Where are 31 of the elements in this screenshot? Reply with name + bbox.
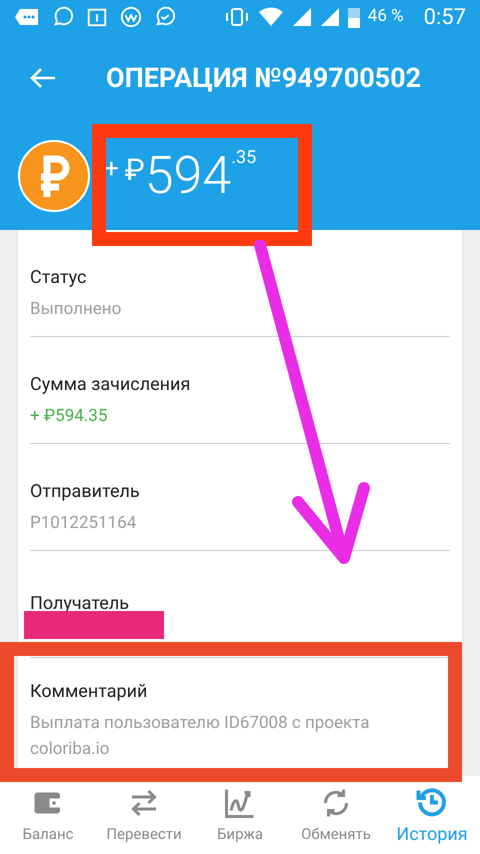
detail-value: + ₽594.35 (30, 404, 108, 428)
signal-icon (292, 7, 312, 27)
detail-label: Получатель (30, 592, 130, 616)
battery-icon (348, 6, 360, 28)
nav-tab[interactable]: Биржа (192, 776, 288, 854)
detail-label: Сумма зачисления (30, 372, 192, 397)
signal-icon (320, 7, 340, 27)
detail-value: P1012251164 (30, 512, 138, 535)
detail-value: Выполнено (30, 298, 122, 321)
battery-percent: 46 % (368, 5, 404, 28)
nav-tab[interactable]: Баланс (0, 776, 96, 854)
wifi-icon (258, 7, 284, 27)
detail-label: Статус (30, 266, 88, 290)
detail-label: Комментарий (30, 680, 148, 704)
nav-tab[interactable]: Перевести (96, 776, 192, 854)
nav-tab[interactable]: История (384, 776, 480, 854)
amount-currency: ₽ (124, 152, 145, 190)
back-arrow-icon (29, 66, 57, 90)
amount-whole: 594 (144, 144, 232, 208)
amount-sign: + (104, 153, 119, 186)
vibrate-icon (224, 7, 250, 27)
clock: 0:57 (424, 4, 466, 32)
round-app-icon (120, 6, 142, 28)
amount-fraction: .35 (231, 146, 256, 170)
calendar-icon (86, 6, 108, 28)
screen-title: ОПЕРАЦИЯ №949700502 (106, 60, 422, 96)
messenger-icon (154, 6, 176, 28)
detail-value: Выплата пользователю ID67008 с проекта coloriba.io (30, 712, 371, 760)
nav-tab[interactable]: Обменять (288, 776, 384, 854)
chat-bubble-icon (14, 7, 40, 27)
detail-label: Отправитель (30, 480, 141, 504)
